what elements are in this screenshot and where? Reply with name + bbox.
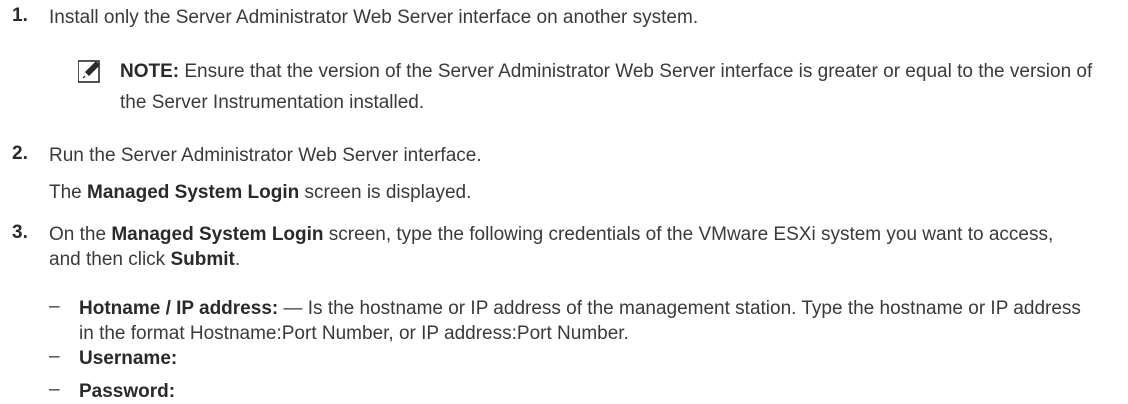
result-suffix: screen is displayed. bbox=[299, 182, 472, 203]
dash-bullet: – bbox=[49, 346, 60, 367]
text-part: On the bbox=[49, 224, 112, 245]
note-label: NOTE: bbox=[120, 61, 180, 82]
note-text: NOTE: Ensure that the version of the Ser… bbox=[120, 56, 1098, 118]
step-number: 3. bbox=[12, 222, 28, 243]
screen-name: Managed System Login bbox=[87, 182, 300, 203]
text-part: . bbox=[234, 249, 241, 270]
note-body: Ensure that the version of the Server Ad… bbox=[120, 61, 1093, 113]
dash-bullet: – bbox=[49, 379, 60, 400]
step-result: The Managed System Login screen is displ… bbox=[49, 180, 1088, 205]
step-text: Install only the Server Administrator We… bbox=[49, 7, 699, 28]
credential-label: Password: bbox=[79, 381, 176, 402]
result-prefix: The bbox=[49, 182, 88, 203]
step-text: On the Managed System Login screen, type… bbox=[49, 222, 1088, 272]
step-number: 1. bbox=[12, 5, 28, 26]
step-number: 2. bbox=[12, 143, 28, 164]
credential-text: Username: bbox=[79, 346, 1098, 371]
credential-label: Hotname / IP address: bbox=[79, 298, 279, 319]
step-text: Run the Server Administrator Web Server … bbox=[49, 145, 482, 166]
credential-label: Username: bbox=[79, 348, 178, 369]
pencil-note-icon bbox=[78, 60, 100, 83]
screen-name: Managed System Login bbox=[111, 224, 324, 245]
credential-text: Password: bbox=[79, 379, 1098, 404]
submit-label: Submit bbox=[170, 249, 235, 270]
dash-bullet: – bbox=[49, 296, 60, 317]
document-page: 1. Install only the Server Administrator… bbox=[0, 0, 1128, 403]
credential-text: Hotname / IP address: — Is the hostname … bbox=[79, 296, 1098, 346]
